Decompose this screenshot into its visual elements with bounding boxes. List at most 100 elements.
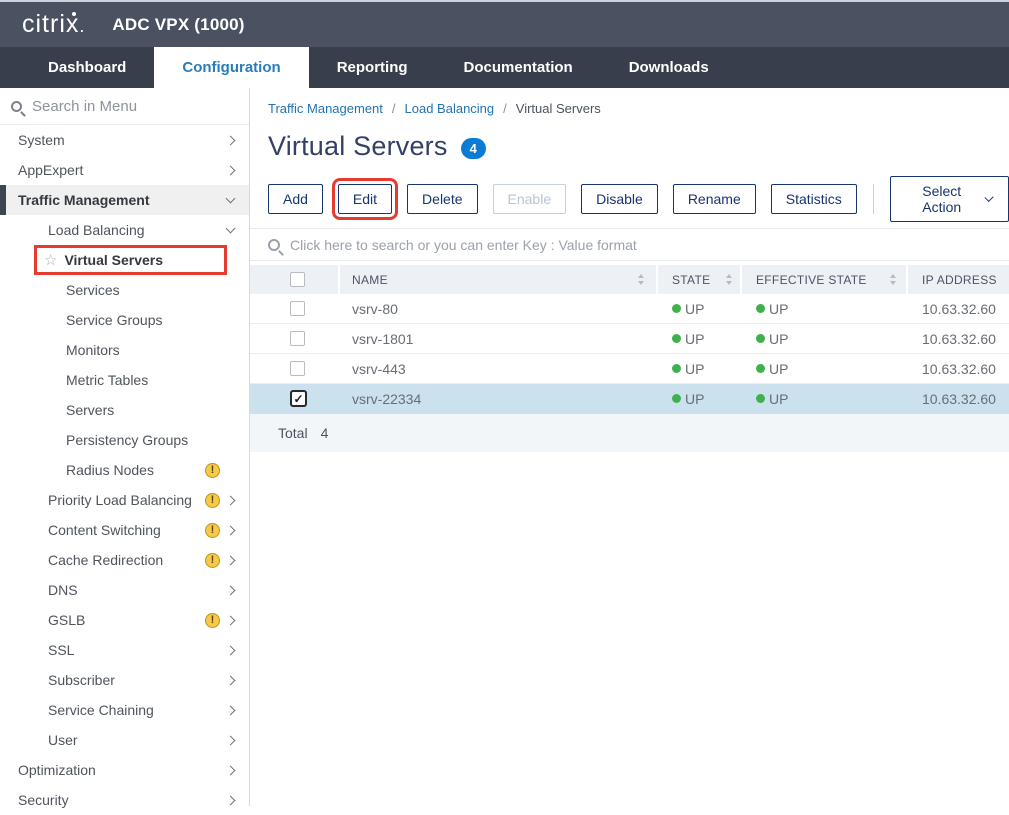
- sidebar-item-metric-tables[interactable]: Metric Tables: [0, 365, 249, 395]
- sidebar-item-cache-redirection[interactable]: Cache Redirection!: [0, 545, 249, 575]
- state-cell: UP: [658, 324, 742, 353]
- breadcrumb-item-load-balancing[interactable]: Load Balancing: [405, 101, 495, 116]
- breadcrumb-separator: /: [503, 101, 507, 116]
- warning-icon: !: [205, 553, 220, 568]
- ip-address: 10.63.32.60: [922, 301, 996, 317]
- sidebar-menu: System AppExpertTraffic ManagementLoad Ba…: [0, 125, 249, 815]
- sidebar-item-label: Subscriber: [48, 672, 115, 688]
- sidebar-item-gslb[interactable]: GSLB!: [0, 605, 249, 635]
- header-select-cell: [250, 265, 340, 294]
- rename-button[interactable]: Rename: [673, 184, 756, 214]
- select-action-button[interactable]: Select Action: [890, 176, 1009, 222]
- effective-state-cell: UP: [742, 384, 908, 413]
- brand-text: citrix: [22, 10, 79, 39]
- warning-icon: !: [205, 493, 220, 508]
- sort-icon[interactable]: [638, 274, 644, 285]
- row-checkbox[interactable]: [290, 331, 305, 346]
- sidebar-item-services[interactable]: Services: [0, 275, 249, 305]
- brand-mark: .: [79, 16, 84, 37]
- sidebar-item-monitors[interactable]: Monitors: [0, 335, 249, 365]
- state-cell: UP: [658, 384, 742, 413]
- status-up-icon: [672, 394, 681, 403]
- sidebar-item-traffic-management[interactable]: Traffic Management: [0, 185, 249, 215]
- sidebar-item-content-switching[interactable]: Content Switching!: [0, 515, 249, 545]
- sidebar-item-ssl[interactable]: SSL: [0, 635, 249, 665]
- column-header-effective-state[interactable]: EFFECTIVE STATE: [742, 265, 908, 294]
- breadcrumb-separator: /: [392, 101, 396, 116]
- sidebar-item-load-balancing[interactable]: Load Balancing: [0, 215, 249, 245]
- sort-icon[interactable]: [726, 274, 732, 285]
- sort-icon[interactable]: [890, 274, 896, 285]
- sidebar-item-virtual-servers[interactable]: ☆Virtual Servers: [0, 245, 249, 275]
- statistics-button[interactable]: Statistics: [771, 184, 857, 214]
- sidebar-item-priority-load-balancing[interactable]: Priority Load Balancing!: [0, 485, 249, 515]
- chevron-right-icon: [226, 705, 236, 715]
- sidebar-item-label: SSL: [48, 642, 74, 658]
- row-checkbox[interactable]: ✓: [290, 390, 307, 407]
- status-up-icon: [756, 364, 765, 373]
- chevron-right-icon: [226, 525, 236, 535]
- sidebar-item-label: User: [48, 732, 78, 748]
- table-search-placeholder: Click here to search or you can enter Ke…: [290, 237, 637, 253]
- delete-button[interactable]: Delete: [407, 184, 477, 214]
- server-name: vsrv-80: [352, 301, 398, 317]
- product-title: ADC VPX (1000): [112, 15, 244, 35]
- tab-configuration[interactable]: Configuration: [154, 47, 308, 88]
- tab-reporting[interactable]: Reporting: [309, 47, 436, 88]
- sidebar-item-optimization[interactable]: Optimization: [0, 755, 249, 785]
- status-up-icon: [756, 304, 765, 313]
- select-action-label: Select Action: [907, 183, 977, 215]
- chevron-right-icon: [226, 795, 236, 805]
- name-cell: vsrv-1801: [340, 324, 658, 353]
- main-panel: Traffic Management / Load Balancing / Virtua…: [250, 88, 1009, 806]
- effective-state-cell: UP: [742, 354, 908, 383]
- table-search-input[interactable]: Click here to search or you can enter Ke…: [250, 228, 1009, 261]
- breadcrumb-item-traffic-management[interactable]: Traffic Management: [268, 101, 383, 116]
- state-cell: UP: [658, 354, 742, 383]
- tab-dashboard[interactable]: Dashboard: [20, 47, 154, 88]
- row-checkbox[interactable]: [290, 361, 305, 376]
- table-row-vsrv-80[interactable]: vsrv-80UPUP10.63.32.60: [250, 294, 1009, 324]
- menu-search-placeholder: Search in Menu: [32, 98, 137, 115]
- effective-state-value: UP: [769, 331, 788, 347]
- table-row-vsrv-22334[interactable]: ✓vsrv-22334UPUP10.63.32.60: [250, 384, 1009, 414]
- sidebar-item-label: DNS: [48, 582, 78, 598]
- tab-downloads[interactable]: Downloads: [601, 47, 737, 88]
- sidebar-item-security[interactable]: Security: [0, 785, 249, 815]
- sidebar-item-appexpert[interactable]: AppExpert: [0, 155, 249, 185]
- sidebar-item-label: Persistency Groups: [66, 432, 188, 448]
- ip-address-cell: 10.63.32.60: [908, 354, 1009, 383]
- state-indicator: UP: [756, 331, 788, 347]
- menu-search-input[interactable]: Search in Menu: [0, 88, 249, 125]
- sidebar-item-dns[interactable]: DNS: [0, 575, 249, 605]
- state-value: UP: [685, 391, 704, 407]
- add-button[interactable]: Add: [268, 184, 323, 214]
- table-row-vsrv-443[interactable]: vsrv-443UPUP10.63.32.60: [250, 354, 1009, 384]
- page-title: Virtual Servers: [268, 131, 448, 162]
- row-select-cell: ✓: [250, 384, 340, 413]
- sidebar-item-subscriber[interactable]: Subscriber: [0, 665, 249, 695]
- sidebar-item-servers[interactable]: Servers: [0, 395, 249, 425]
- select-all-checkbox[interactable]: [290, 272, 305, 287]
- sidebar-item-label: System: [18, 132, 65, 148]
- row-select-cell: [250, 294, 340, 323]
- sidebar-item-persistency-groups[interactable]: Persistency Groups: [0, 425, 249, 455]
- sidebar-item-user[interactable]: User: [0, 725, 249, 755]
- chevron-right-icon: [226, 165, 236, 175]
- disable-button[interactable]: Disable: [581, 184, 658, 214]
- ip-address-cell: 10.63.32.60: [908, 294, 1009, 323]
- table-header-row: NAMESTATEEFFECTIVE STATEIP ADDRESS: [250, 265, 1009, 294]
- chevron-right-icon: [226, 495, 236, 505]
- column-header-name[interactable]: NAME: [340, 265, 658, 294]
- sidebar-item-service-groups[interactable]: Service Groups: [0, 305, 249, 335]
- sidebar-item-service-chaining[interactable]: Service Chaining: [0, 695, 249, 725]
- chevron-right-icon: [226, 555, 236, 565]
- sidebar-item-radius-nodes[interactable]: Radius Nodes!: [0, 455, 249, 485]
- row-checkbox[interactable]: [290, 301, 305, 316]
- column-header-state[interactable]: STATE: [658, 265, 742, 294]
- table-row-vsrv-1801[interactable]: vsrv-1801UPUP10.63.32.60: [250, 324, 1009, 354]
- sidebar-item-system[interactable]: System: [0, 125, 249, 155]
- chevron-down-icon: [984, 192, 993, 201]
- edit-button[interactable]: Edit: [338, 184, 392, 214]
- tab-documentation[interactable]: Documentation: [436, 47, 601, 88]
